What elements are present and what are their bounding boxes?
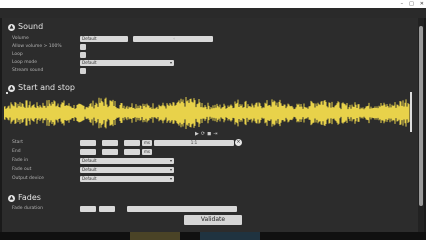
fade-in-dropdown[interactable]: Default ▾ [80,158,174,164]
loop-mode-dropdown[interactable]: Default ▾ [80,60,174,66]
chevron-down-icon: ▾ [169,176,172,181]
stop-icon[interactable]: ◼ [207,131,211,137]
fade-out-value: Default [82,167,97,172]
fade-out-label: Fade out [12,167,32,172]
volume-field[interactable]: Default [80,36,128,42]
allow-volume-label: Allow volume > 100% [12,44,62,49]
start-minutes-field[interactable] [102,140,118,146]
section-title-start-stop: Start and stop [18,83,75,92]
end-minutes-field[interactable] [102,149,118,155]
end-unit: ms [142,149,152,155]
end-handle[interactable] [410,92,412,132]
chevron-down-icon: ▾ [169,167,172,172]
fade-in-label: Fade in [12,158,29,163]
allow-volume-checkbox[interactable] [80,44,86,50]
volume-label: Volume [12,36,29,41]
chevron-down-icon: ▾ [169,158,172,163]
fade-out-dropdown[interactable]: Default ▾ [80,167,174,173]
validate-button[interactable]: Validate [184,215,242,225]
start-seconds-field[interactable] [124,140,140,146]
player-controls: ▶ ⟳ ◼ ⇥ [195,131,217,137]
output-device-label: Output device [12,176,44,181]
taskbar-segment [200,232,260,240]
loop-icon[interactable]: ⟳ [201,131,205,137]
close-icon[interactable]: ✕ [420,0,424,8]
start-time-field[interactable]: 1:1 [154,140,234,146]
collapse-chevron-icon[interactable]: ▲ [8,24,15,31]
output-device-dropdown[interactable]: Default ▾ [80,176,174,182]
skip-icon[interactable]: ⇥ [213,131,217,137]
reset-icon[interactable]: × [235,139,242,146]
end-label: End [12,149,21,154]
chevron-down-icon: ▾ [169,60,172,65]
taskbar-segment [130,232,180,240]
collapse-chevron-icon[interactable]: ▲ [8,195,15,202]
loop-mode-label: Loop mode [12,60,37,65]
play-icon[interactable]: ▶ [195,131,199,137]
waveform-graphic [4,97,410,129]
fade-duration-label: Fade duration [12,206,43,211]
loop-mode-value: Default [82,60,97,65]
stream-sound-checkbox[interactable] [80,68,86,74]
output-device-value: Default [82,176,97,181]
start-unit: ms [142,140,152,146]
maximize-icon[interactable]: □ [409,0,414,8]
volume-slider[interactable]: ◦ [133,36,213,42]
end-hours-field[interactable] [80,149,96,155]
fade-duration-slider[interactable] [127,206,237,212]
scrollbar-thumb[interactable] [419,26,423,206]
start-label: Start [12,140,23,145]
start-hours-field[interactable] [80,140,96,146]
minimize-icon[interactable]: – [401,0,404,8]
fade-duration-field-2[interactable] [99,206,115,212]
window-controls: – □ ✕ [401,0,424,8]
fade-in-value: Default [82,158,97,163]
loop-label: Loop [12,52,23,57]
background-app-strip [0,8,426,18]
title-bar: – □ ✕ [0,0,426,8]
section-title-sound: Sound [18,22,44,31]
collapse-chevron-icon[interactable]: ▲ [8,85,15,92]
fade-duration-field-1[interactable] [80,206,96,212]
section-title-fades: Fades [18,193,41,202]
stream-sound-label: Stream sound [12,68,44,73]
end-seconds-field[interactable] [124,149,140,155]
loop-checkbox[interactable] [80,52,86,58]
waveform[interactable] [4,94,410,132]
